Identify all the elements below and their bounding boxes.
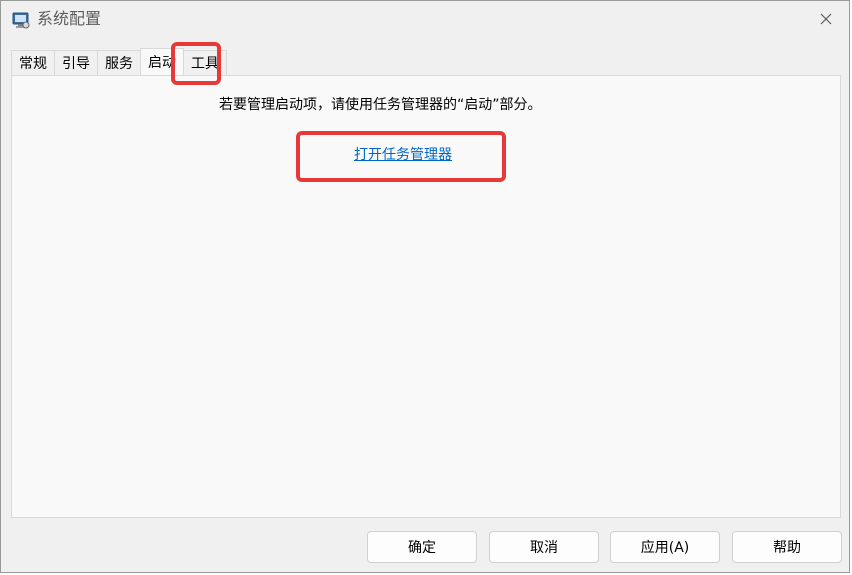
tab-boot[interactable]: 引导 bbox=[54, 50, 98, 75]
close-icon bbox=[820, 10, 832, 29]
system-config-window: 系统配置 常规 引导 服务 启动 工具 若要管理启动项，请使用任务管理器的“启动… bbox=[0, 0, 850, 573]
title-bar: 系统配置 bbox=[1, 1, 849, 38]
help-button[interactable]: 帮助 bbox=[732, 531, 842, 563]
window-title: 系统配置 bbox=[37, 9, 102, 28]
close-button[interactable] bbox=[803, 1, 849, 38]
tab-tools[interactable]: 工具 bbox=[183, 50, 227, 75]
startup-tab-panel: 若要管理启动项，请使用任务管理器的“启动”部分。 打开任务管理器 bbox=[11, 75, 841, 518]
ok-button[interactable]: 确定 bbox=[367, 531, 477, 563]
tab-strip: 常规 引导 服务 启动 工具 bbox=[11, 48, 227, 76]
open-task-manager-link[interactable]: 打开任务管理器 bbox=[354, 144, 452, 164]
tab-startup[interactable]: 启动 bbox=[140, 48, 184, 75]
startup-info-text: 若要管理启动项，请使用任务管理器的“启动”部分。 bbox=[219, 97, 542, 113]
tab-general[interactable]: 常规 bbox=[11, 50, 55, 75]
msconfig-app-icon bbox=[11, 10, 31, 30]
apply-button[interactable]: 应用(A) bbox=[610, 531, 720, 563]
cancel-button[interactable]: 取消 bbox=[489, 531, 599, 563]
tab-services[interactable]: 服务 bbox=[97, 50, 141, 75]
